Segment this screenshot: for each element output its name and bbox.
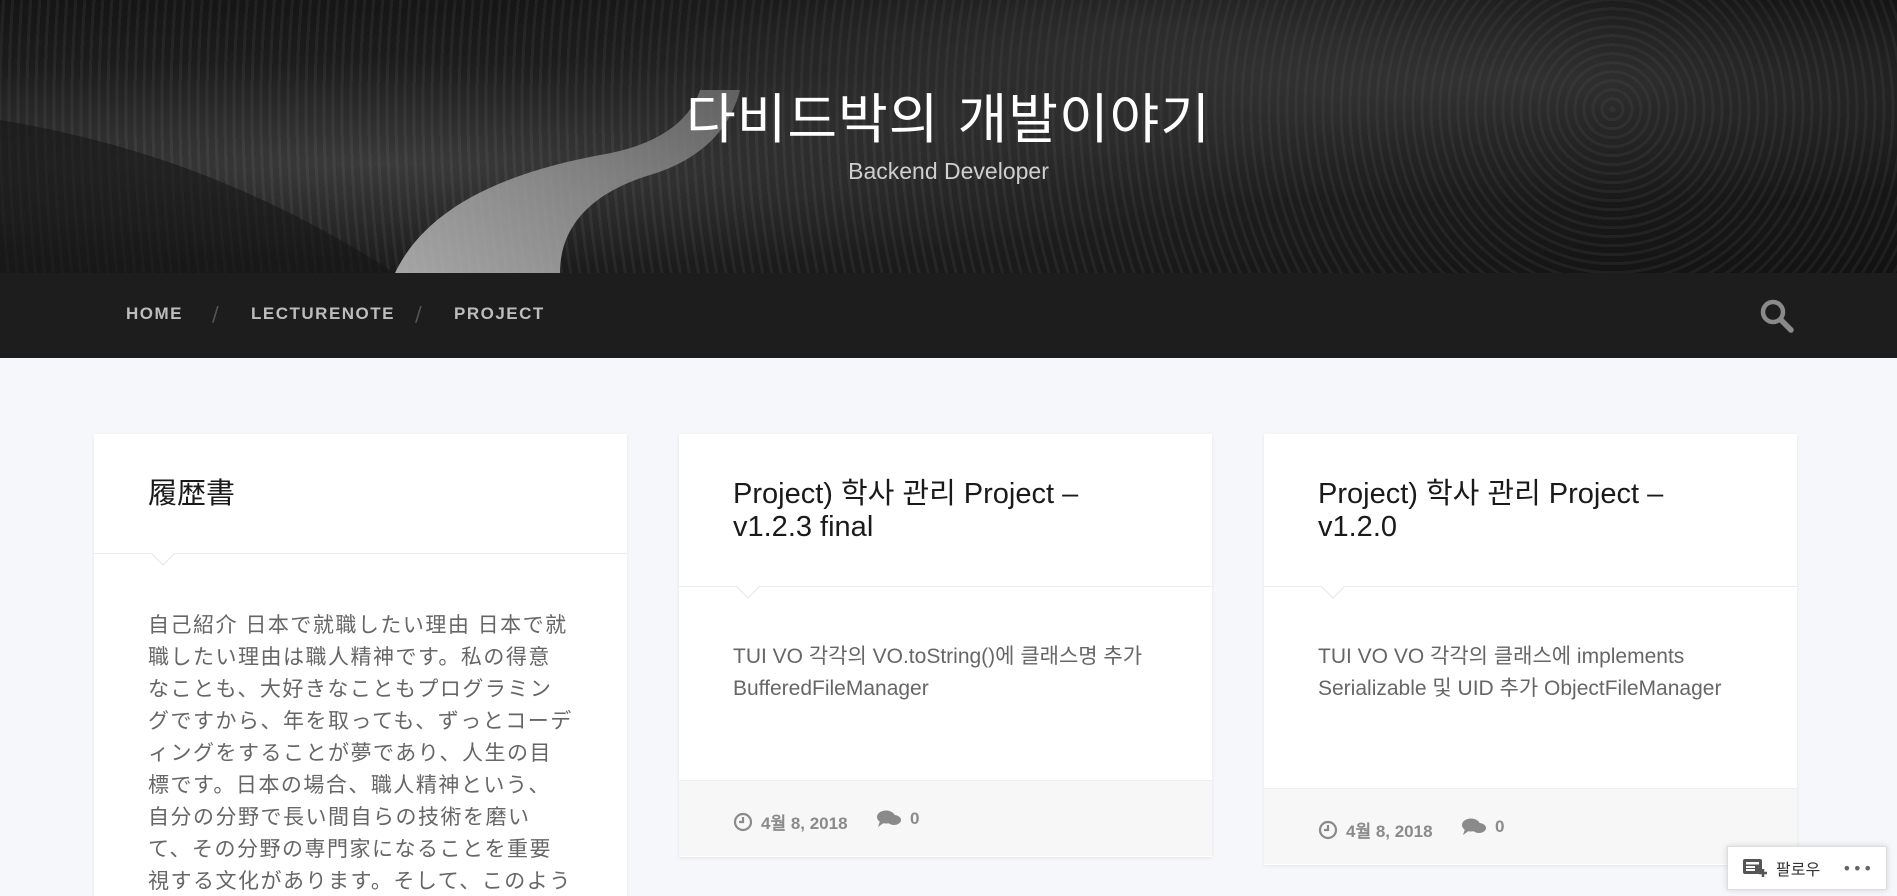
nav-item-project[interactable]: PROJECT [454,304,545,324]
nav-separator: / [212,302,219,326]
search-button[interactable] [1757,296,1797,336]
post-title-area: Project) 학사 관리 Project – v1.2.0 [1264,434,1797,599]
post-date[interactable]: 4월 8, 2018 [1318,817,1433,842]
post-date[interactable]: 4월 8, 2018 [733,809,848,834]
post-title-area: Project) 학사 관리 Project – v1.2.3 final [679,434,1212,599]
post-date-text: 4월 8, 2018 [1346,822,1433,841]
post-card: Project) 학사 관리 Project – v1.2.0 TUI VO V… [1264,434,1797,865]
post-excerpt: TUI VO 각각의 VO.toString()에 클래스명 추가 Buffer… [733,645,1143,700]
post-comments[interactable]: 0 [1461,817,1504,837]
reader-follow-icon [1743,859,1767,877]
post-comments[interactable]: 0 [876,809,919,829]
nav-item-lecturenote[interactable]: LECTURENOTE [251,304,395,324]
post-meta: 4월 8, 2018 0 [679,780,1212,856]
main-nav: HOME / LECTURENOTE / PROJECT [0,273,1897,358]
follow-label: 팔로우 [1776,860,1821,879]
follow-button[interactable]: 팔로우 [1742,856,1820,880]
post-meta: 4월 8, 2018 0 [1264,788,1797,864]
post-excerpt: 自己紹介 日本で就職したい理由 日本で就職したい理由は職人精神です。私の得意なこ… [148,614,573,893]
comments-icon [1462,818,1486,835]
post-title[interactable]: 履歴書 [94,434,627,511]
post-excerpt: TUI VO VO 각각의 클래스에 implements Serializab… [1318,645,1722,700]
post-date-text: 4월 8, 2018 [761,814,848,833]
comment-count: 0 [1495,817,1505,836]
site-header: 다비드박의 개발이야기 Backend Developer [0,0,1897,273]
title-divider-notch [150,552,176,566]
post-card: Project) 학사 관리 Project – v1.2.3 final TU… [679,434,1212,857]
comments-icon [877,810,901,827]
post-title[interactable]: Project) 학사 관리 Project – v1.2.0 [1264,434,1797,544]
search-icon [1760,299,1794,333]
post-title[interactable]: Project) 학사 관리 Project – v1.2.3 final [679,434,1212,544]
clock-icon [733,812,753,831]
nav-separator: / [415,302,422,326]
follow-widget: 팔로우 ••• [1727,846,1887,890]
title-divider-notch [735,585,761,599]
post-title-area: 履歴書 [94,434,627,566]
site-title[interactable]: 다비드박의 개발이야기 [0,75,1897,154]
more-options-icon[interactable]: ••• [1842,859,1873,878]
nav-item-home[interactable]: HOME [126,304,183,324]
title-divider-notch [1320,585,1346,599]
clock-icon [1318,820,1338,839]
site-tagline: Backend Developer [848,158,1049,184]
comment-count: 0 [910,809,920,828]
post-card: 履歴書 自己紹介 日本で就職したい理由 日本で就職したい理由は職人精神です。私の… [94,434,627,896]
